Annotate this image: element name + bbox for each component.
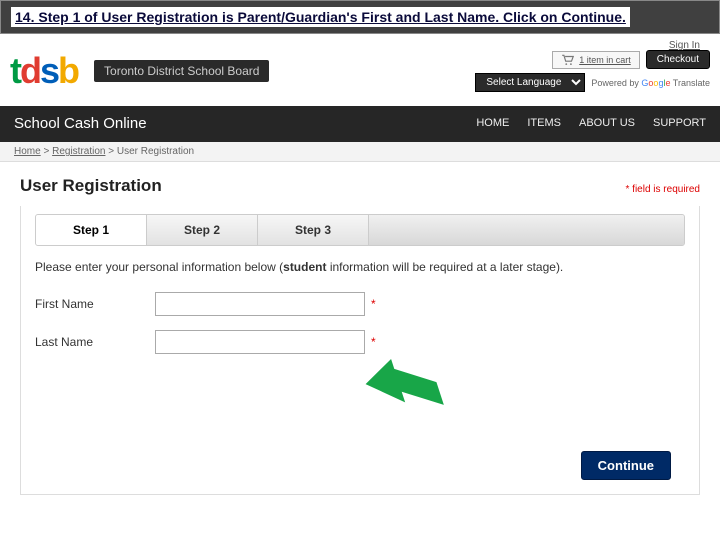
first-name-input[interactable] xyxy=(155,292,365,316)
instruction-bar: 14. Step 1 of User Registration is Paren… xyxy=(0,0,720,34)
language-select[interactable]: Select Language xyxy=(475,73,585,92)
signin-link[interactable]: Sign In xyxy=(669,40,700,51)
cart-text: 1 item in cart xyxy=(579,55,631,65)
last-name-label: Last Name xyxy=(35,335,155,349)
instruction-text: 14. Step 1 of User Registration is Paren… xyxy=(11,7,630,27)
checkout-button[interactable]: Checkout xyxy=(646,50,710,69)
form-note: Please enter your personal information b… xyxy=(35,260,685,274)
logo-letter-s: s xyxy=(40,50,58,92)
required-asterisk: * xyxy=(371,297,376,311)
nav-bar: School Cash Online HOME ITEMS ABOUT US S… xyxy=(0,104,720,142)
logo-letter-d: d xyxy=(20,50,40,92)
required-note: * field is required xyxy=(626,184,700,195)
arrow-annotation-icon xyxy=(361,352,451,432)
logo-letter-t: t xyxy=(10,50,20,92)
tdsb-logo: t d s b xyxy=(10,50,78,92)
tab-step-3[interactable]: Step 3 xyxy=(258,215,369,245)
breadcrumb: Home > Registration > User Registration xyxy=(0,142,720,162)
logo-letter-b: b xyxy=(58,50,78,92)
first-name-label: First Name xyxy=(35,297,155,311)
nav-home[interactable]: HOME xyxy=(476,117,509,129)
last-name-input[interactable] xyxy=(155,330,365,354)
app-title: School Cash Online xyxy=(14,115,476,132)
page-title: User Registration xyxy=(20,176,162,196)
continue-button[interactable]: Continue xyxy=(581,451,671,480)
translate-credit: Powered by Google Translate xyxy=(591,78,710,88)
crumb-current: User Registration xyxy=(117,146,194,157)
nav-about[interactable]: ABOUT US xyxy=(579,117,635,129)
tab-step-2[interactable]: Step 2 xyxy=(147,215,258,245)
board-name: Toronto District School Board xyxy=(94,60,269,82)
crumb-home[interactable]: Home xyxy=(14,146,41,157)
cart-box[interactable]: 1 item in cart xyxy=(552,51,640,69)
steps-bar: Step 1 Step 2 Step 3 xyxy=(35,214,685,246)
nav-items[interactable]: ITEMS xyxy=(527,117,561,129)
cart-icon xyxy=(561,54,575,66)
form-panel: Step 1 Step 2 Step 3 Please enter your p… xyxy=(20,206,700,495)
required-asterisk: * xyxy=(371,335,376,349)
tab-step-1[interactable]: Step 1 xyxy=(36,215,147,245)
crumb-registration[interactable]: Registration xyxy=(52,146,105,157)
nav-support[interactable]: SUPPORT xyxy=(653,117,706,129)
header-top: Sign In t d s b Toronto District School … xyxy=(0,34,720,104)
